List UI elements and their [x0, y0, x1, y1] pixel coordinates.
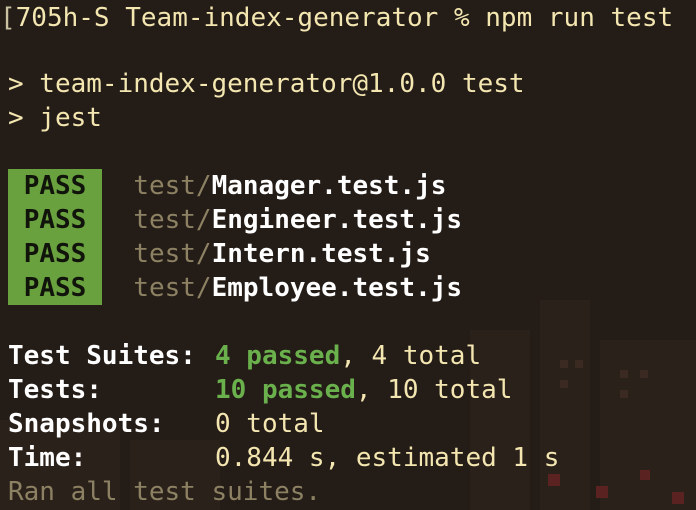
- suites-total-count: , 4 total: [340, 341, 482, 371]
- prompt-symbol: %: [453, 3, 470, 33]
- prompt-cwd: Team-index-generator: [125, 3, 439, 33]
- script-header-line-1: > team-index-generator@1.0.0 test: [8, 69, 525, 99]
- summary-suites: Test Suites: 4 passed, 4 total: [8, 339, 481, 373]
- tests-passed-count: 10 passed: [215, 375, 356, 405]
- pass-badge: PASS: [8, 169, 102, 203]
- summary-time: Time: 0.844 s, estimated 1 s: [8, 441, 559, 475]
- command-line: [705h-S Team-index-generator % npm run t…: [0, 1, 673, 35]
- test-dir: test/: [133, 171, 212, 201]
- snapshots-value: 0 total: [215, 409, 325, 439]
- time-value: 0.844 s, estimated 1 s: [215, 443, 560, 473]
- prompt-host: 705h-S: [15, 3, 110, 33]
- summary-snapshots: Snapshots: 0 total: [8, 407, 325, 441]
- test-dir: test/: [133, 273, 212, 303]
- terminal-window[interactable]: [705h-S Team-index-generator % npm run t…: [0, 0, 696, 510]
- summary-time-label: Time:: [8, 443, 87, 473]
- test-result-row: PASS test/Manager.test.js: [8, 169, 446, 203]
- pass-badge: PASS: [8, 271, 102, 305]
- test-file: Intern.test.js: [211, 239, 431, 269]
- summary-tests-label: Tests:: [8, 375, 102, 405]
- summary-tests: Tests: 10 passed, 10 total: [8, 373, 512, 407]
- test-dir: test/: [133, 205, 212, 235]
- test-result-row: PASS test/Engineer.test.js: [8, 203, 462, 237]
- pass-badge: PASS: [8, 203, 102, 237]
- script-header-line-2: > jest: [8, 103, 102, 133]
- test-result-row: PASS test/Intern.test.js: [8, 237, 431, 271]
- pass-badge: PASS: [8, 237, 102, 271]
- suites-passed-count: 4 passed: [215, 341, 341, 371]
- test-file: Engineer.test.js: [211, 205, 463, 235]
- prompt-bracket: [: [0, 3, 16, 33]
- test-file: Employee.test.js: [211, 273, 463, 303]
- summary-suites-label: Test Suites:: [8, 341, 196, 371]
- tests-total-count: , 10 total: [355, 375, 513, 405]
- test-file: Manager.test.js: [211, 171, 447, 201]
- summary-footer: Ran all test suites.: [8, 477, 322, 507]
- command-text: npm run test: [485, 3, 674, 33]
- summary-snapshots-label: Snapshots:: [8, 409, 165, 439]
- test-dir: test/: [133, 239, 212, 269]
- test-result-row: PASS test/Employee.test.js: [8, 271, 462, 305]
